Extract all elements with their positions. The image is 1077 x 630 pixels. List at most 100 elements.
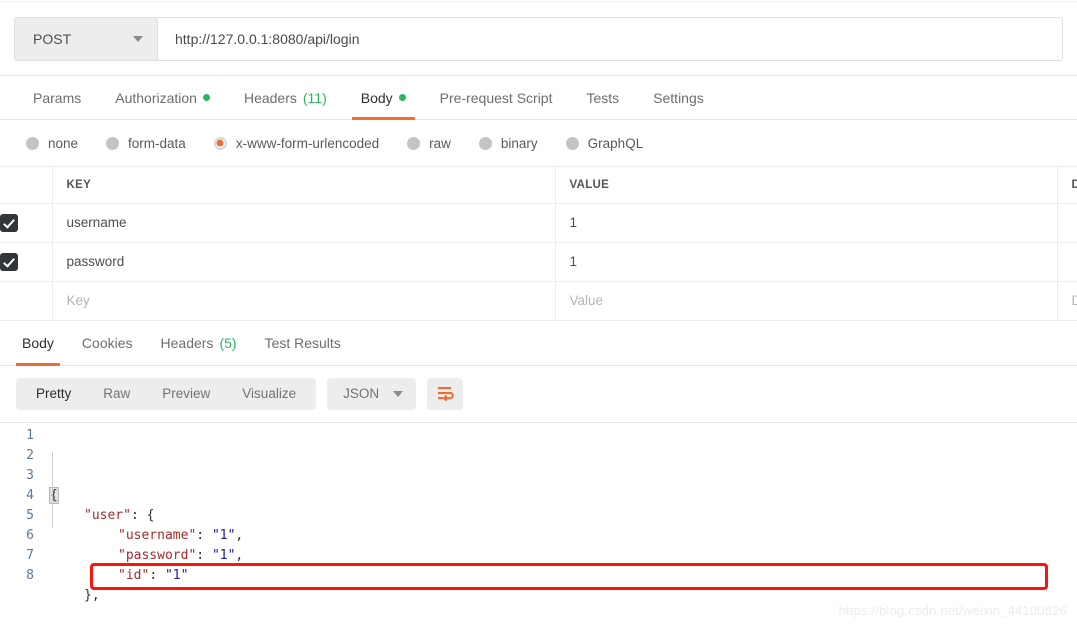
line-number-gutter: 1 2 3 4 5 6 7 8 [0,426,46,602]
body-type-binary[interactable]: binary [478,135,538,151]
code-line: }, [46,586,1077,602]
tab-label: Test Results [264,335,341,351]
cell-description[interactable]: D [1057,281,1077,321]
cell-value[interactable]: 1 [555,242,1058,282]
word-wrap-icon [437,387,454,401]
url-input[interactable]: http://127.0.0.1:8080/api/login [158,17,1062,60]
tab-label: Body [360,89,393,106]
response-body-code-viewer[interactable]: 12345678 {"user": {"username": "1", "pass… [0,421,1077,602]
body-type-label: form-data [128,135,186,151]
body-type-radio-group: none form-data x-www-form-urlencoded raw bin… [0,120,1077,167]
code-token: : { [130,507,155,523]
row-checkbox-cell[interactable] [0,281,53,321]
row-checkbox-cell[interactable] [0,242,53,282]
cell-key[interactable]: Key [52,281,556,321]
tab-status-dot-icon [398,94,406,101]
code-token: "username" [118,527,197,543]
body-type-x-www-form-urlencoded[interactable]: x-www-form-urlencoded [213,135,380,151]
response-tab-cookies[interactable]: Cookies [68,322,147,365]
request-tab-body[interactable]: Body [344,76,423,120]
radio-button-icon[interactable] [478,136,492,150]
code-token: : [149,567,165,583]
code-token: "password" [118,547,197,563]
cell-key[interactable]: username [52,203,556,243]
cell-value[interactable]: Value [555,281,1058,321]
word-wrap-toggle-button[interactable] [427,377,464,410]
radio-button-icon[interactable] [407,136,421,150]
header-description: DE [1057,167,1077,204]
response-tab-headers[interactable]: Headers (5) [147,322,251,365]
tab-label: Authorization [115,89,197,106]
request-tab-tests[interactable]: Tests [569,76,636,119]
body-type-label: none [48,135,79,151]
value-value: 1 [569,215,578,230]
checkbox-checked-icon[interactable] [0,213,18,232]
code-token: "user" [84,507,131,523]
urlencoded-params-table: KEY VALUE DE username 1 password 1 Key Value D [0,167,1077,321]
table-header-row: KEY VALUE DE [0,167,1077,204]
tab-label: Tests [586,89,620,106]
row-checkbox-cell[interactable] [0,203,53,243]
code-fold-guide [52,451,53,528]
body-type-none[interactable]: none [26,136,78,151]
code-line: { [46,486,1077,506]
table-row[interactable]: username 1 [0,203,1077,243]
tab-label: Cookies [81,335,133,351]
http-method-select[interactable]: POST [15,17,158,60]
tab-label: Pre-request Script [439,89,553,106]
header-checkbox-col [0,167,53,204]
view-mode-pretty[interactable]: Pretty [20,378,87,410]
url-text: http://127.0.0.1:8080/api/login [175,30,360,47]
radio-button-icon[interactable] [213,136,227,150]
code-token: "1" [211,547,236,563]
body-type-label: binary [500,135,538,151]
code-token: : [196,547,212,563]
code-line: "username": "1", [46,526,1077,546]
code-token: "id" [118,567,150,583]
table-row-placeholder[interactable]: Key Value D [0,281,1077,321]
body-type-raw[interactable]: raw [407,136,451,151]
line-number: 4 [26,487,34,503]
body-type-label: x-www-form-urlencoded [235,135,380,151]
code-token: , [235,527,244,543]
json-code-content[interactable]: {"user": {"username": "1", "password": "1… [46,426,1077,602]
body-type-graphql[interactable]: GraphQL [565,136,643,151]
request-tab-settings[interactable]: Settings [636,76,721,119]
request-tab-authorization[interactable]: Authorization [98,76,227,119]
request-tab-params[interactable]: Params [16,76,98,119]
tab-label: Body [22,335,54,351]
cell-value[interactable]: 1 [555,203,1058,243]
cell-description[interactable] [1057,203,1077,243]
table-row[interactable]: password 1 [0,242,1077,282]
line-number: 6 [26,527,34,543]
cell-key[interactable]: password [52,242,556,282]
line-number: 2 [26,447,34,463]
value-key: username [66,215,127,230]
code-line: "user": { [46,506,1077,526]
value-key: password [66,254,125,269]
tab-label: Params [33,89,82,106]
checkbox-checked-icon[interactable] [0,252,18,271]
chevron-down-icon [393,390,404,397]
tab-count-badge: (5) [219,335,237,351]
view-mode-raw[interactable]: Raw [87,378,146,410]
url-bar: POST http://127.0.0.1:8080/api/login [14,16,1063,61]
request-tab-pre-request-script[interactable]: Pre-request Script [423,76,570,119]
body-type-form-data[interactable]: form-data [106,136,186,151]
value-value: 1 [569,254,578,269]
view-mode-preview[interactable]: Preview [146,378,226,410]
response-tab-bar: Body Cookies Headers (5) Test Results [0,321,1077,366]
code-token: "1" [164,567,189,583]
radio-button-icon[interactable] [26,136,39,150]
cell-description[interactable] [1057,242,1077,282]
response-tab-body[interactable]: Body [8,322,68,366]
view-mode-visualize[interactable]: Visualize [226,378,312,410]
tab-count-badge: (11) [302,89,327,106]
tab-label: Headers [243,89,297,106]
request-tab-headers[interactable]: Headers (11) [227,76,344,119]
radio-button-icon[interactable] [565,136,579,150]
placeholder-value: Value [569,293,604,308]
response-format-select[interactable]: JSON [327,377,417,410]
radio-button-icon[interactable] [106,136,120,150]
response-tab-test-results[interactable]: Test Results [251,322,355,365]
